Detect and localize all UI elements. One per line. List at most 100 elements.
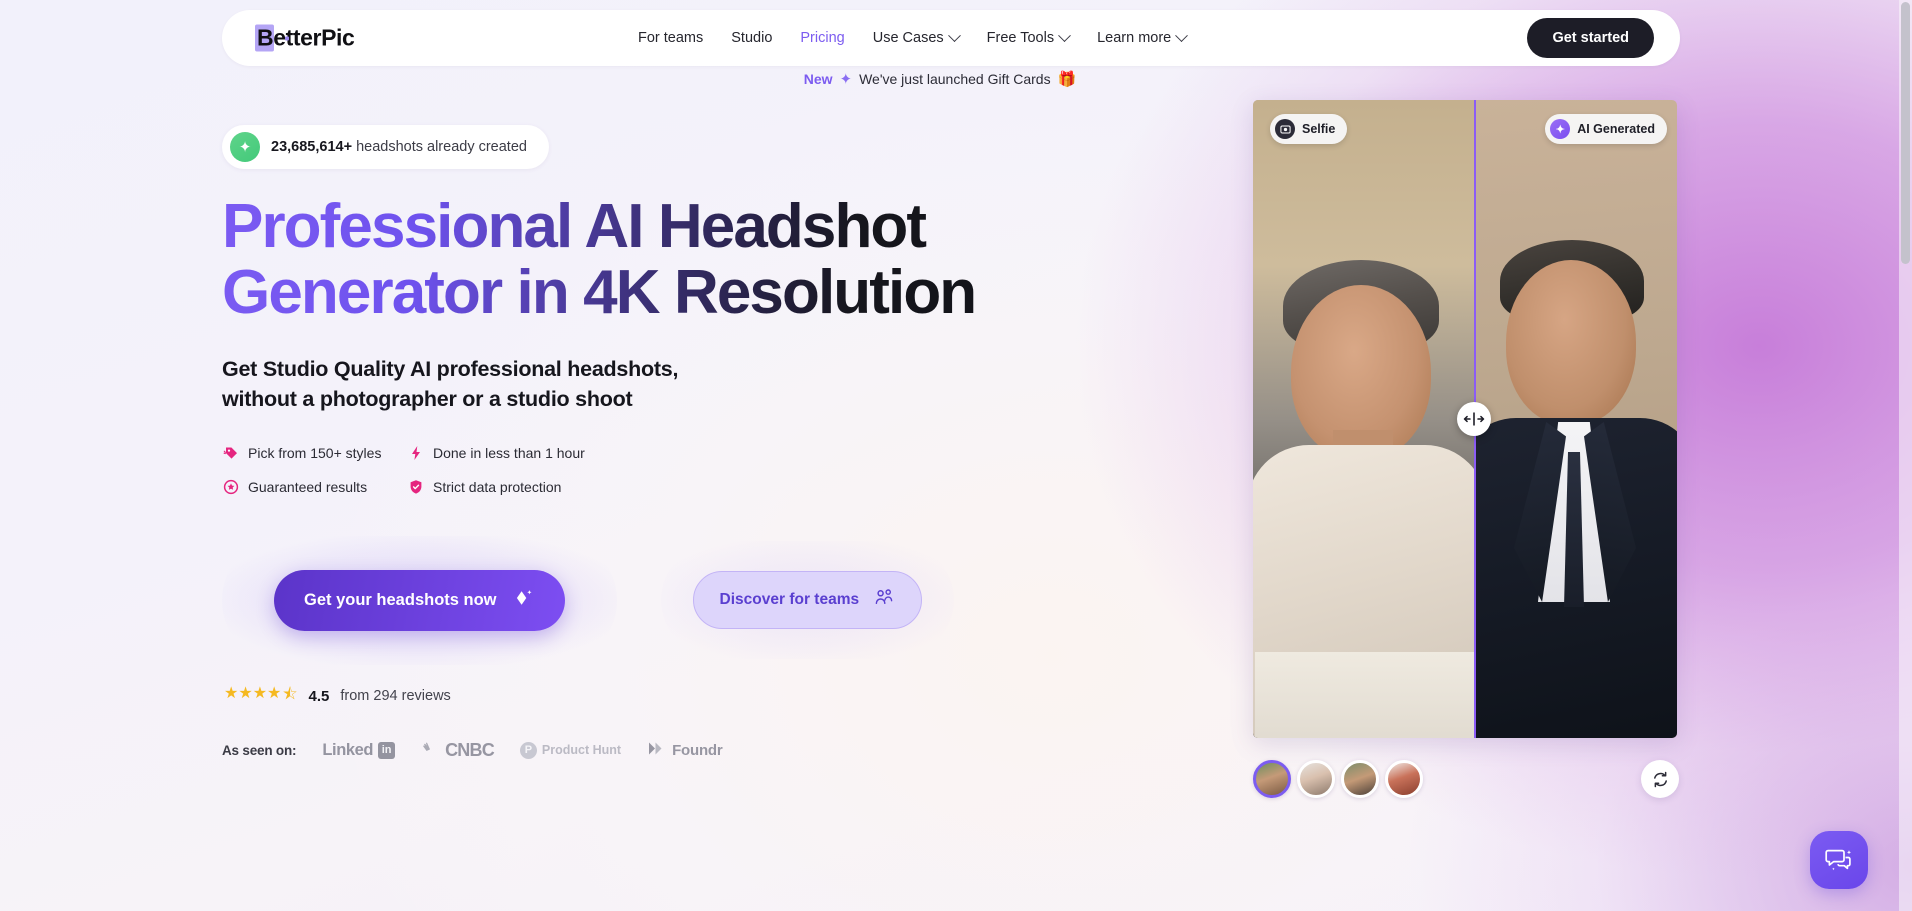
nav-item-learn-more[interactable]: Learn more	[1083, 22, 1200, 54]
gift-icon: 🎁	[1057, 71, 1077, 88]
feature-item-guarantee: Guaranteed results	[222, 479, 407, 496]
product-hunt-text: Product Hunt	[541, 743, 622, 758]
avatar-selector	[1253, 760, 1423, 798]
star-badge-icon	[222, 479, 239, 496]
subhead-line-2: without a photographer or a studio shoot	[222, 387, 633, 412]
rating-score: 4.5	[308, 687, 330, 705]
get-your-headshots-button[interactable]: Get your headshots now	[274, 569, 565, 631]
rating-row: ★★★★ ⯪ 4.5 from 294 reviews	[224, 683, 1242, 710]
logo-linkedin: Linked in	[322, 740, 396, 760]
nav-label: Free Tools	[986, 30, 1055, 46]
selfie-image	[1253, 100, 1474, 738]
feature-label: Strict data protection	[433, 479, 562, 496]
avatar-option-2[interactable]	[1297, 760, 1335, 798]
ai-badge-label: AI Generated	[1577, 122, 1655, 136]
feature-item-styles: Pick from 150+ styles	[222, 445, 407, 462]
nav-links: For teams Studio Pricing Use Cases Free …	[624, 22, 1200, 54]
before-after-comparison[interactable]: Selfie ✦ AI Generated	[1253, 100, 1677, 738]
star-half-icon: ⯪	[282, 685, 298, 703]
cnbc-text: CNBC	[445, 739, 495, 760]
sparkle-icon: ✦	[230, 132, 260, 162]
stars-full: ★★★★	[224, 684, 282, 702]
hero-left-column: ✦ 23,685,614+ headshots already created …	[222, 125, 1242, 761]
cta-button-row: Get your headshots now Discover for team…	[222, 535, 1242, 665]
rating-reviews-text: from 294 reviews	[340, 688, 451, 705]
comparison-slider-handle[interactable]	[1457, 402, 1491, 436]
ai-generated-image	[1474, 100, 1677, 738]
ai-face	[1506, 260, 1636, 425]
counter-suffix: headshots already created	[352, 139, 527, 155]
avatar-option-4[interactable]	[1385, 760, 1423, 798]
logo-foundr: Foundr	[647, 741, 723, 759]
feature-label: Guaranteed results	[248, 479, 368, 496]
feature-label: Pick from 150+ styles	[248, 445, 382, 462]
foundr-chevron-icon	[647, 741, 667, 759]
announcement-new-tag: New	[803, 71, 833, 87]
discover-for-teams-button[interactable]: Discover for teams	[692, 571, 923, 630]
nav-label: Pricing	[800, 30, 845, 46]
linkedin-icon: in	[378, 741, 396, 759]
headline-line-1: Professional AI Headshot	[222, 192, 926, 261]
refresh-button[interactable]	[1641, 760, 1679, 798]
scrollbar-thumb[interactable]	[1901, 2, 1910, 264]
nav-item-pricing[interactable]: Pricing	[786, 22, 858, 54]
announcement-text: We've just launched Gift Cards	[859, 71, 1051, 87]
nav-item-for-teams[interactable]: For teams	[624, 22, 717, 54]
primary-cta-glow: Get your headshots now	[222, 535, 617, 665]
chevron-down-icon	[947, 28, 961, 42]
hero-subheading: Get Studio Quality AI professional heads…	[222, 354, 1242, 415]
top-navigation-bar: BetterPic For teams Studio Pricing Use C…	[222, 10, 1680, 66]
nav-label: Learn more	[1097, 30, 1172, 46]
brand-logo[interactable]: BetterPic	[255, 24, 355, 52]
avatar-option-1[interactable]	[1253, 760, 1291, 798]
shield-icon	[407, 479, 424, 496]
as-seen-on-label: As seen on:	[222, 742, 297, 758]
as-seen-on-row: As seen on: Linked in CNBC P Product Hun…	[222, 740, 1242, 761]
feature-label: Done in less than 1 hour	[433, 445, 585, 462]
page-title: Professional AI Headshot Generator in 4K…	[222, 194, 1122, 327]
selfie-badge-label: Selfie	[1302, 122, 1336, 136]
product-hunt-icon: P	[519, 741, 537, 759]
brand-logo-initial: B	[255, 24, 275, 52]
primary-cta-label: Get your headshots now	[304, 590, 497, 609]
nav-item-studio[interactable]: Studio	[717, 22, 786, 54]
headline-line-2: Generator in 4K Resolution	[222, 258, 976, 328]
logo-cnbc: CNBC	[421, 739, 495, 761]
logo-product-hunt: P Product Hunt	[519, 741, 622, 759]
feature-item-speed: Done in less than 1 hour	[407, 445, 782, 462]
scrollbar-track[interactable]	[1899, 0, 1912, 911]
headshot-counter-badge: ✦ 23,685,614+ headshots already created	[222, 125, 549, 169]
nav-item-use-cases[interactable]: Use Cases	[859, 22, 973, 54]
secondary-cta-glow: Discover for teams	[660, 541, 955, 660]
nav-label: Studio	[731, 30, 773, 46]
ai-generated-badge: ✦ AI Generated	[1545, 114, 1667, 144]
chat-widget-button[interactable]	[1810, 831, 1868, 889]
counter-number: 23,685,614+	[271, 139, 353, 155]
announcement-bar[interactable]: New ✦ We've just launched Gift Cards 🎁	[0, 70, 1880, 88]
selfie-pants	[1255, 652, 1474, 738]
linkedin-text: Linked	[322, 740, 374, 759]
diamond-sparkle-icon	[513, 588, 535, 613]
cnbc-peacock-icon	[421, 741, 440, 760]
nav-label: Use Cases	[872, 30, 944, 46]
foundr-text: Foundr	[672, 741, 723, 759]
feature-list: Pick from 150+ styles Done in less than …	[222, 445, 782, 496]
page-root: BetterPic For teams Studio Pricing Use C…	[0, 0, 1912, 911]
avatar-option-3[interactable]	[1341, 760, 1379, 798]
people-icon	[873, 588, 895, 612]
nav-label: For teams	[638, 30, 704, 46]
subhead-line-1: Get Studio Quality AI professional heads…	[222, 356, 679, 381]
counter-text: 23,685,614+ headshots already created	[271, 139, 527, 155]
logo-dot-icon	[285, 36, 289, 41]
chevron-down-icon	[1175, 28, 1189, 42]
tag-icon	[222, 445, 239, 462]
get-started-button[interactable]: Get started	[1527, 18, 1654, 58]
lightning-icon	[407, 445, 424, 462]
star-rating-icons: ★★★★ ⯪	[224, 683, 298, 710]
nav-item-free-tools[interactable]: Free Tools	[973, 22, 1083, 54]
secondary-cta-label: Discover for teams	[719, 591, 860, 609]
camera-icon	[1275, 119, 1295, 139]
feature-item-privacy: Strict data protection	[407, 479, 782, 496]
selfie-badge: Selfie	[1270, 114, 1348, 144]
sparkle-icon: ✦	[839, 71, 853, 88]
